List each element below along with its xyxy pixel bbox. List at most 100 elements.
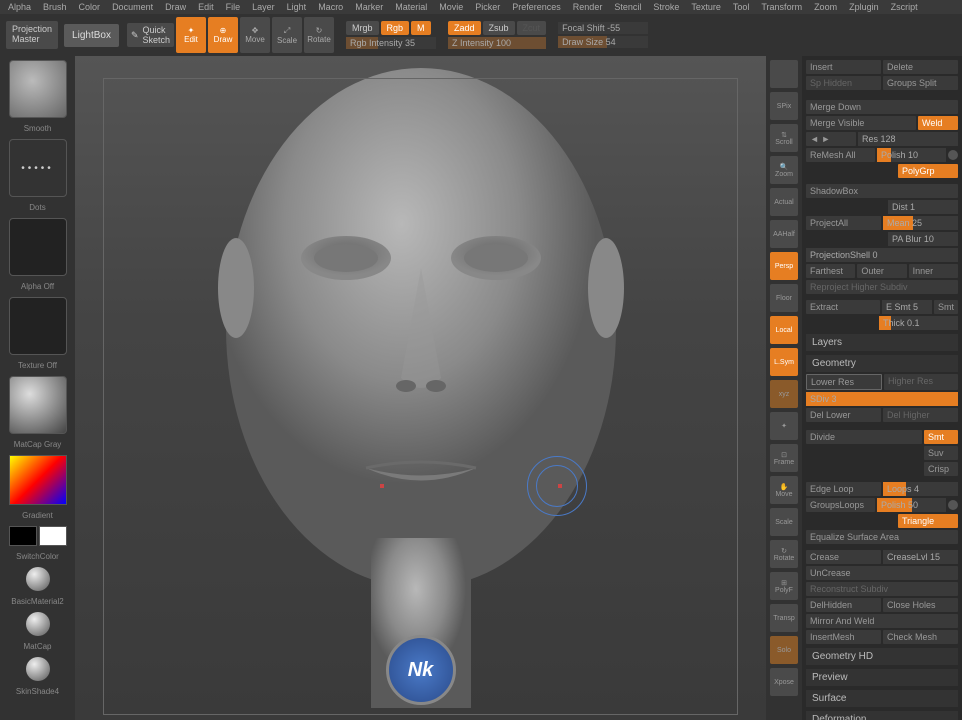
viewport[interactable]: Nk <box>75 56 766 720</box>
esmt-slider[interactable]: E Smt 5 <box>882 300 932 314</box>
menu-item[interactable]: Zscript <box>891 2 918 12</box>
zsub-button[interactable]: Zsub <box>483 21 515 35</box>
polyf-button[interactable]: ⊞PolyF <box>770 572 798 600</box>
texture-thumbnail[interactable] <box>9 297 67 355</box>
del-hidden-button[interactable]: DelHidden <box>806 598 881 612</box>
thick-slider[interactable]: Thick 0.1 <box>879 316 958 330</box>
triangle-button[interactable]: Triangle <box>898 514 958 528</box>
projection-shell-slider[interactable]: ProjectionShell 0 <box>806 248 958 262</box>
shadowbox-button[interactable]: ShadowBox <box>806 184 958 198</box>
menu-item[interactable]: Zoom <box>814 2 837 12</box>
material-thumbnail[interactable] <box>9 376 67 434</box>
xpose-button[interactable]: Xpose <box>770 668 798 696</box>
zadd-button[interactable]: Zadd <box>448 21 481 35</box>
reproject-button[interactable]: Reproject Higher Subdiv <box>806 280 958 294</box>
projection-master-button[interactable]: Projection Master <box>6 21 58 49</box>
quick-sketch-button[interactable]: ✎ Quick Sketch <box>127 23 174 47</box>
gradient-label[interactable]: Gradient <box>22 511 53 520</box>
material-ball-2[interactable] <box>26 612 50 636</box>
menu-item[interactable]: Edit <box>198 2 214 12</box>
close-holes-button[interactable]: Close Holes <box>883 598 958 612</box>
res-slider[interactable]: Res 128 <box>858 132 958 146</box>
menu-item[interactable]: Material <box>395 2 427 12</box>
menu-item[interactable]: Document <box>112 2 153 12</box>
zcut-button[interactable]: Zcut <box>517 21 547 35</box>
check-mesh-button[interactable]: Check Mesh <box>883 630 958 644</box>
material-ball-3[interactable] <box>26 657 50 681</box>
menu-item[interactable]: Transform <box>761 2 802 12</box>
menu-item[interactable]: Preferences <box>512 2 561 12</box>
insert-mesh-button[interactable]: InsertMesh <box>806 630 881 644</box>
zoom-button[interactable]: 🔍Zoom <box>770 156 798 184</box>
lightbox-button[interactable]: LightBox <box>64 24 119 47</box>
rotate-tool[interactable]: ↻Rotate <box>304 17 334 53</box>
brush-thumbnail[interactable] <box>9 60 67 118</box>
spix-button[interactable]: SPix <box>770 92 798 120</box>
geometry-header[interactable]: Geometry <box>806 355 958 372</box>
insert-button[interactable]: Insert <box>806 60 881 74</box>
menu-item[interactable]: Texture <box>691 2 721 12</box>
rgb-intensity-slider[interactable]: Rgb Intensity 35 <box>346 37 436 49</box>
menu-item[interactable]: Tool <box>733 2 750 12</box>
sdiv-slider[interactable]: SDiv 3 <box>806 392 958 406</box>
del-higher-button[interactable]: Del Higher <box>883 408 958 422</box>
preview-header[interactable]: Preview <box>806 669 958 686</box>
farthest-button[interactable]: Farthest <box>806 264 855 278</box>
menu-item[interactable]: Marker <box>355 2 383 12</box>
actual-button[interactable]: Actual <box>770 188 798 216</box>
merge-down-button[interactable]: Merge Down <box>806 100 958 114</box>
project-all-button[interactable]: ProjectAll <box>806 216 881 230</box>
equalize-button[interactable]: Equalize Surface Area <box>806 530 958 544</box>
menu-item[interactable]: Zplugin <box>849 2 879 12</box>
menu-item[interactable]: Brush <box>43 2 67 12</box>
z-intensity-slider[interactable]: Z Intensity 100 <box>448 37 546 49</box>
edge-loop-button[interactable]: Edge Loop <box>806 482 881 496</box>
extract-button[interactable]: Extract <box>806 300 880 314</box>
smt-button[interactable]: Smt <box>924 430 958 444</box>
switch-color-button[interactable]: SwitchColor <box>16 552 59 561</box>
split-hidden-button[interactable]: Sp Hidden <box>806 76 881 90</box>
color-swatch-primary[interactable] <box>9 526 37 546</box>
uncrease-button[interactable]: UnCrease <box>806 566 958 580</box>
remesh-all-button[interactable]: ReMesh All <box>806 148 875 162</box>
layers-header[interactable]: Layers <box>806 334 958 351</box>
persp-button[interactable]: Persp <box>770 252 798 280</box>
polish-toggle[interactable] <box>948 150 958 160</box>
mrgb-button[interactable]: Mrgb <box>346 21 379 35</box>
menu-item[interactable]: Light <box>287 2 307 12</box>
del-lower-button[interactable]: Del Lower <box>806 408 881 422</box>
menu-item[interactable]: Alpha <box>8 2 31 12</box>
crease-lvl-slider[interactable]: CreaseLvl 15 <box>883 550 958 564</box>
menu-item[interactable]: Render <box>573 2 603 12</box>
lsym-button[interactable]: L.Sym <box>770 348 798 376</box>
divide-button[interactable]: Divide <box>806 430 922 444</box>
mirror-weld-button[interactable]: Mirror And Weld <box>806 614 958 628</box>
draw-tool[interactable]: ⊕Draw <box>208 17 238 53</box>
menu-item[interactable]: Stroke <box>653 2 679 12</box>
frame-button[interactable]: ⊡Frame <box>770 444 798 472</box>
surface-header[interactable]: Surface <box>806 690 958 707</box>
polish2-slider[interactable]: Polish 50 <box>877 498 946 512</box>
blank-button[interactable] <box>770 60 798 88</box>
inner-button[interactable]: Inner <box>909 264 958 278</box>
merge-visible-button[interactable]: Merge Visible <box>806 116 916 130</box>
deformation-header[interactable]: Deformation <box>806 711 958 720</box>
scroll-button[interactable]: ⇅Scroll <box>770 124 798 152</box>
groups-loops-button[interactable]: GroupsLoops <box>806 498 875 512</box>
mean-slider[interactable]: Mean 25 <box>883 216 958 230</box>
color-picker[interactable] <box>9 455 67 505</box>
suv-button[interactable]: Suv <box>924 446 958 460</box>
polish-slider[interactable]: Polish 10 <box>877 148 946 162</box>
dist-slider[interactable]: Dist 1 <box>888 200 958 214</box>
menu-item[interactable]: Layer <box>252 2 275 12</box>
rgb-button[interactable]: Rgb <box>381 21 410 35</box>
draw-size-slider[interactable]: Draw Size 54 <box>558 36 648 48</box>
delete-button[interactable]: Delete <box>883 60 958 74</box>
edit-tool[interactable]: ✦Edit <box>176 17 206 53</box>
move-tool[interactable]: ✥Move <box>240 17 270 53</box>
polygrp-button[interactable]: PolyGrp <box>898 164 958 178</box>
symmetry-toggle[interactable]: ◄ ► <box>806 132 856 146</box>
scale-view-button[interactable]: Scale <box>770 508 798 536</box>
menu-item[interactable]: Stencil <box>614 2 641 12</box>
outer-button[interactable]: Outer <box>857 264 906 278</box>
